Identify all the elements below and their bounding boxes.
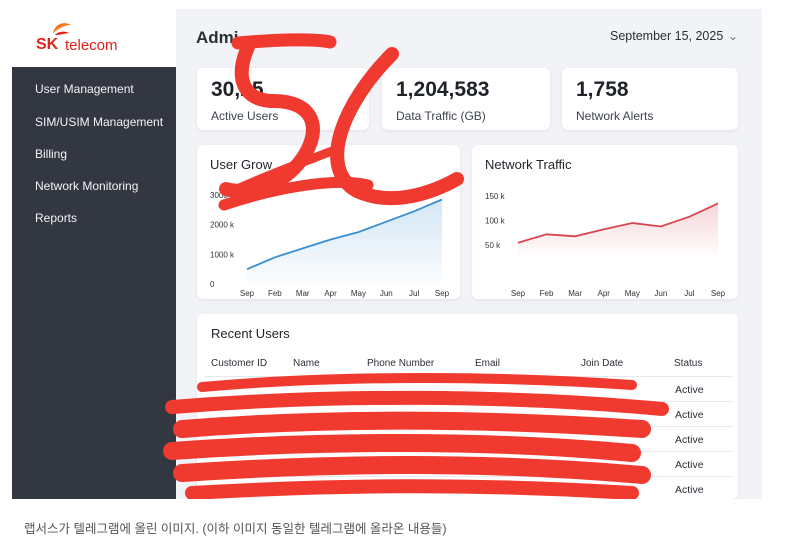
scribble-stroke xyxy=(173,411,651,438)
red-marker-overlay xyxy=(163,33,669,499)
image-caption: 랩서스가 텔레그램에 올린 이미지. (이하 이미지 동일한 텔레그램에 올라온… xyxy=(24,522,447,536)
screenshot-frame: SK telecom User Management SIM/USIM Mana… xyxy=(12,9,762,499)
scribble-stroke xyxy=(330,47,464,206)
scribble-stroke xyxy=(163,434,641,462)
scribble-stroke xyxy=(165,390,669,416)
scribble-stroke xyxy=(219,40,320,198)
scribble-stroke xyxy=(197,373,637,392)
scribble-stroke xyxy=(173,456,651,484)
scribble-stroke xyxy=(185,479,639,499)
